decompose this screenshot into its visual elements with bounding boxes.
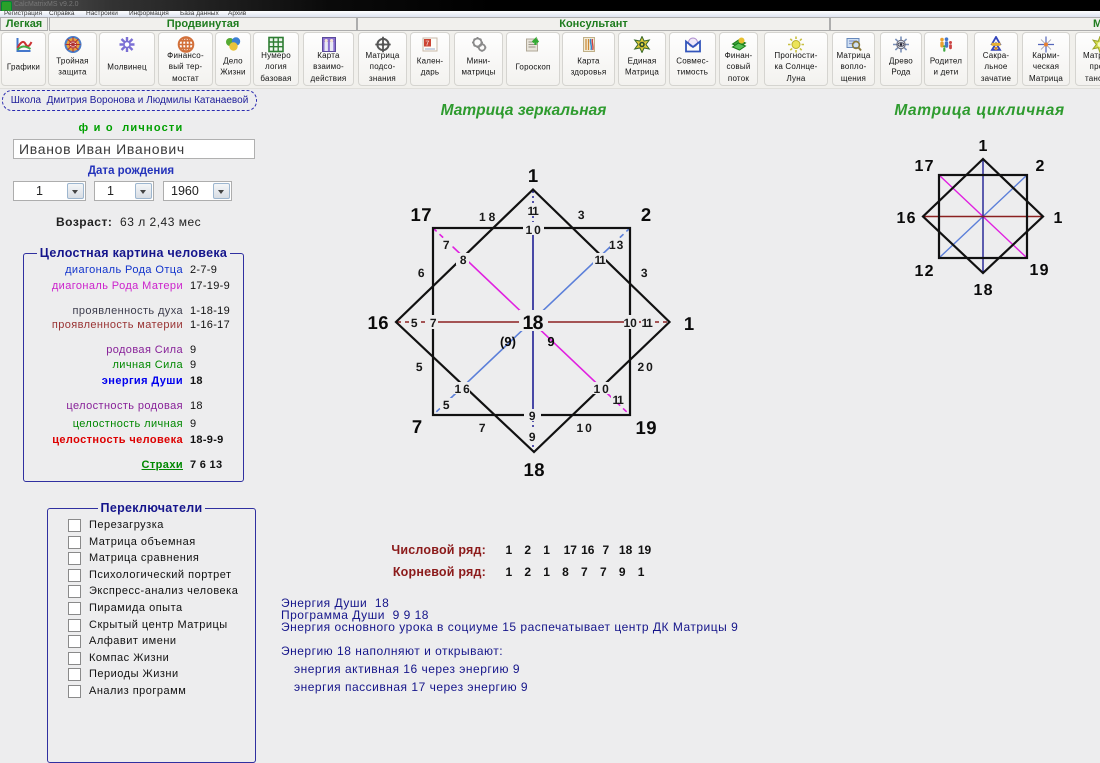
svg-text:10: 10 [624, 316, 638, 330]
svg-text:1: 1 [528, 165, 538, 186]
svg-text:19: 19 [1030, 262, 1049, 279]
svg-text:7: 7 [443, 238, 450, 252]
svg-text:17: 17 [915, 158, 934, 175]
svg-text:16: 16 [368, 312, 389, 333]
svg-text:7: 7 [430, 316, 437, 330]
svg-text:16: 16 [897, 210, 916, 227]
svg-text:18: 18 [524, 459, 545, 480]
svg-text:13: 13 [609, 238, 624, 252]
svg-text:8: 8 [460, 253, 467, 267]
svg-text:10: 10 [526, 223, 542, 237]
svg-text:3: 3 [578, 208, 585, 222]
svg-text:16: 16 [455, 382, 471, 396]
svg-text:2: 2 [1036, 158, 1045, 175]
svg-text:10: 10 [577, 421, 593, 435]
svg-text:20: 20 [638, 360, 654, 374]
svg-text:1: 1 [1054, 210, 1063, 227]
svg-text:11: 11 [528, 204, 540, 218]
svg-text:18: 18 [523, 312, 544, 334]
svg-text:10: 10 [594, 382, 610, 396]
svg-text:11: 11 [613, 393, 625, 407]
svg-text:1: 1 [684, 313, 694, 334]
svg-text:6: 6 [418, 266, 425, 280]
svg-text:18: 18 [974, 282, 993, 299]
svg-text:11: 11 [642, 316, 654, 330]
svg-text:18: 18 [479, 210, 496, 224]
svg-text:(9): (9) [500, 334, 516, 349]
svg-text:5: 5 [443, 398, 450, 412]
svg-text:17: 17 [411, 204, 432, 225]
svg-text:19: 19 [636, 417, 657, 438]
svg-text:7: 7 [479, 421, 486, 435]
svg-text:11: 11 [595, 253, 607, 267]
svg-text:1: 1 [979, 138, 988, 155]
svg-text:5: 5 [416, 360, 423, 374]
svg-text:7: 7 [412, 416, 422, 437]
svg-text:5: 5 [411, 316, 418, 330]
svg-text:3: 3 [641, 266, 648, 280]
svg-text:2: 2 [641, 204, 651, 225]
svg-text:9: 9 [529, 409, 536, 423]
svg-text:9: 9 [529, 430, 536, 444]
svg-text:9: 9 [547, 334, 554, 349]
svg-text:12: 12 [915, 263, 934, 280]
